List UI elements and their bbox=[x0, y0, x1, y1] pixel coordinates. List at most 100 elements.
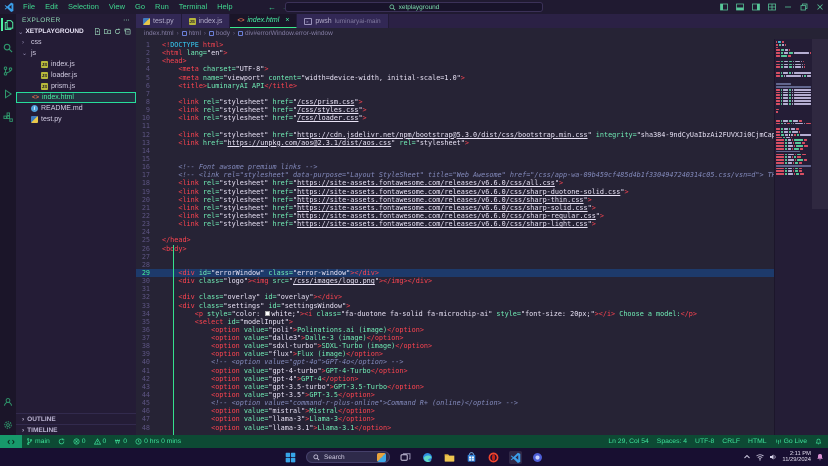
taskbar-app-edge-icon[interactable] bbox=[421, 451, 434, 464]
code-line-37[interactable]: 37 <option value="dalle3">Dalle-3 (image… bbox=[136, 334, 774, 342]
activitybar-account-icon[interactable] bbox=[1, 395, 15, 408]
activitybar-settings-icon[interactable] bbox=[1, 418, 15, 431]
status-branch[interactable]: main bbox=[22, 438, 54, 445]
new-file-icon[interactable] bbox=[94, 28, 101, 35]
menu-help[interactable]: Help bbox=[212, 2, 237, 11]
breadcrumb-item-3[interactable]: div#errorWindow.error-window bbox=[238, 30, 333, 37]
wifi-icon[interactable] bbox=[756, 453, 764, 461]
tree-item-index.js[interactable]: JSindex.js bbox=[16, 59, 136, 70]
code-line-43[interactable]: 43 <option value="gpt-3.5-turbo">GPT-3.5… bbox=[136, 383, 774, 391]
outline-panel-header[interactable]: › OUTLINE bbox=[16, 413, 136, 424]
layout-sidebar-left-icon[interactable] bbox=[716, 0, 732, 14]
minimize-button[interactable] bbox=[780, 0, 796, 14]
code-line-15[interactable]: 15 bbox=[136, 155, 774, 163]
tab-pwsh[interactable]: >_pwshluminaryai-main bbox=[297, 14, 388, 28]
tree-item-css[interactable]: ›css bbox=[16, 37, 136, 48]
code-line-34[interactable]: 34 <p style="color: white;"><i class="fa… bbox=[136, 310, 774, 318]
taskbar-app-taskview-icon[interactable] bbox=[399, 451, 412, 464]
code-line-45[interactable]: 45 <!-- <option value="command-r-plus-on… bbox=[136, 399, 774, 407]
code-line-25[interactable]: 25</head> bbox=[136, 236, 774, 244]
code-line-1[interactable]: 1<!DOCTYPE html> bbox=[136, 41, 774, 49]
explorer-more-actions-icon[interactable]: ⋯ bbox=[123, 16, 130, 24]
code-line-11[interactable]: 11 bbox=[136, 122, 774, 130]
code-line-42[interactable]: 42 <option value="gpt-4">GPT-4</option> bbox=[136, 375, 774, 383]
code-line-27[interactable]: 27 bbox=[136, 253, 774, 261]
workspace-section-header[interactable]: ⌄ XETPLAYGROUND bbox=[16, 26, 136, 37]
code-line-30[interactable]: 30 <div class="logo"><img src="/css/imag… bbox=[136, 277, 774, 285]
status-crlf[interactable]: CRLF bbox=[718, 438, 744, 445]
minimap[interactable] bbox=[774, 39, 812, 435]
close-button[interactable] bbox=[812, 0, 828, 14]
code-line-38[interactable]: 38 <option value="sdxl-turbo">SDXL-Turbo… bbox=[136, 342, 774, 350]
code-line-10[interactable]: 10 <link rel="stylesheet" href="/css/loa… bbox=[136, 114, 774, 122]
activitybar-search-icon[interactable] bbox=[1, 41, 15, 54]
status-utf-8[interactable]: UTF-8 bbox=[691, 438, 718, 445]
code-line-16[interactable]: 16 <!-- Font awsome premium links --> bbox=[136, 163, 774, 171]
activitybar-explorer-icon[interactable] bbox=[1, 18, 15, 31]
code-line-17[interactable]: 17 <!-- <link rel="stylesheet" data-purp… bbox=[136, 171, 774, 179]
code-line-12[interactable]: 12 <link rel="stylesheet" href="https://… bbox=[136, 131, 774, 139]
taskbar-app-bluecircle-icon[interactable] bbox=[531, 451, 544, 464]
status-warning[interactable]: 0 bbox=[90, 438, 111, 445]
code-line-39[interactable]: 39 <option value="flux">Flux (image)</op… bbox=[136, 350, 774, 358]
timeline-panel-header[interactable]: › TIMELINE bbox=[16, 424, 136, 435]
tree-item-test.py[interactable]: test.py bbox=[16, 114, 136, 125]
new-folder-icon[interactable] bbox=[104, 28, 111, 35]
menu-run[interactable]: Run bbox=[150, 2, 174, 11]
status-broadcast[interactable]: Go Live bbox=[771, 438, 811, 445]
status-bell[interactable] bbox=[811, 438, 826, 445]
code-line-23[interactable]: 23 <link rel="stylesheet" href="https://… bbox=[136, 220, 774, 228]
tree-item-index.html[interactable]: <>index.html bbox=[16, 92, 136, 103]
code-line-9[interactable]: 9 <link rel="stylesheet" href="/css/styl… bbox=[136, 106, 774, 114]
breadcrumb-item-1[interactable]: html bbox=[182, 30, 201, 37]
taskbar-app-opera-icon[interactable] bbox=[487, 451, 500, 464]
code-line-14[interactable]: 14 bbox=[136, 147, 774, 155]
breadcrumb-item-0[interactable]: index.html bbox=[144, 30, 174, 37]
status-spaces-4[interactable]: Spaces: 4 bbox=[653, 438, 691, 445]
command-center-search[interactable]: xetplayground bbox=[285, 2, 543, 12]
taskbar-app-vscode-icon[interactable] bbox=[509, 451, 522, 464]
restore-button[interactable] bbox=[796, 0, 812, 14]
code-line-3[interactable]: 3<head> bbox=[136, 57, 774, 65]
code-line-8[interactable]: 8 <link rel="stylesheet" href="/css/pris… bbox=[136, 98, 774, 106]
status-error[interactable]: 0 bbox=[69, 438, 90, 445]
menu-terminal[interactable]: Terminal bbox=[174, 2, 212, 11]
code-line-20[interactable]: 20 <link rel="stylesheet" href="https://… bbox=[136, 196, 774, 204]
taskbar-clock[interactable]: 2:11 PM 11/29/2024 bbox=[782, 451, 811, 464]
code-editor[interactable]: 1<!DOCTYPE html>2<html lang="en">3<head>… bbox=[136, 39, 774, 435]
code-line-6[interactable]: 6 <title>LuminaryAI API</title> bbox=[136, 82, 774, 90]
speaker-icon[interactable] bbox=[769, 453, 777, 461]
code-line-5[interactable]: 5 <meta name="viewport" content="width=d… bbox=[136, 74, 774, 82]
status-clock[interactable]: 0 hrs 0 mins bbox=[131, 438, 185, 445]
code-line-28[interactable]: 28 bbox=[136, 261, 774, 269]
code-line-46[interactable]: 46 <option value="mistral">Mistral</opti… bbox=[136, 407, 774, 415]
back-icon[interactable]: ← bbox=[268, 3, 276, 12]
menu-selection[interactable]: Selection bbox=[63, 2, 104, 11]
editor-scrollbar[interactable] bbox=[812, 39, 828, 435]
menu-go[interactable]: Go bbox=[130, 2, 150, 11]
notification-bell-icon[interactable] bbox=[816, 453, 824, 461]
status-sync[interactable] bbox=[54, 438, 69, 445]
menu-edit[interactable]: Edit bbox=[40, 2, 63, 11]
status-ln-29-col-54[interactable]: Ln 29, Col 54 bbox=[604, 438, 652, 445]
tab-close-icon[interactable]: × bbox=[285, 17, 289, 24]
code-line-18[interactable]: 18 <link rel="stylesheet" href="https://… bbox=[136, 179, 774, 187]
code-line-22[interactable]: 22 <link rel="stylesheet" href="https://… bbox=[136, 212, 774, 220]
tree-item-README.md[interactable]: iREADME.md bbox=[16, 103, 136, 114]
tab-index.js[interactable]: JSindex.js bbox=[182, 14, 231, 28]
code-line-31[interactable]: 31 bbox=[136, 285, 774, 293]
code-line-2[interactable]: 2<html lang="en"> bbox=[136, 49, 774, 57]
code-line-48[interactable]: 48 <option value="llama-3.1">Llama-3.1</… bbox=[136, 424, 774, 432]
code-line-35[interactable]: 35 <select id="modelInput"> bbox=[136, 318, 774, 326]
code-line-7[interactable]: 7 bbox=[136, 90, 774, 98]
code-line-44[interactable]: 44 <option value="gpt-3.5">GPT-3.5</opti… bbox=[136, 391, 774, 399]
code-line-40[interactable]: 40 <!-- <option value="gpt-4o">GPT-4o</o… bbox=[136, 358, 774, 366]
menu-file[interactable]: File bbox=[18, 2, 40, 11]
code-line-29[interactable]: 29 <div id="errorWindow" class="error-wi… bbox=[136, 269, 774, 277]
layout-panel-icon[interactable] bbox=[732, 0, 748, 14]
status-won[interactable]: ₩0 bbox=[110, 438, 131, 445]
code-line-32[interactable]: 32 <div class="overlay" id="overlay"></d… bbox=[136, 293, 774, 301]
tree-item-loader.js[interactable]: JSloader.js bbox=[16, 70, 136, 81]
tab-test.py[interactable]: test.py bbox=[136, 14, 182, 28]
code-line-19[interactable]: 19 <link rel="stylesheet" href="https://… bbox=[136, 188, 774, 196]
